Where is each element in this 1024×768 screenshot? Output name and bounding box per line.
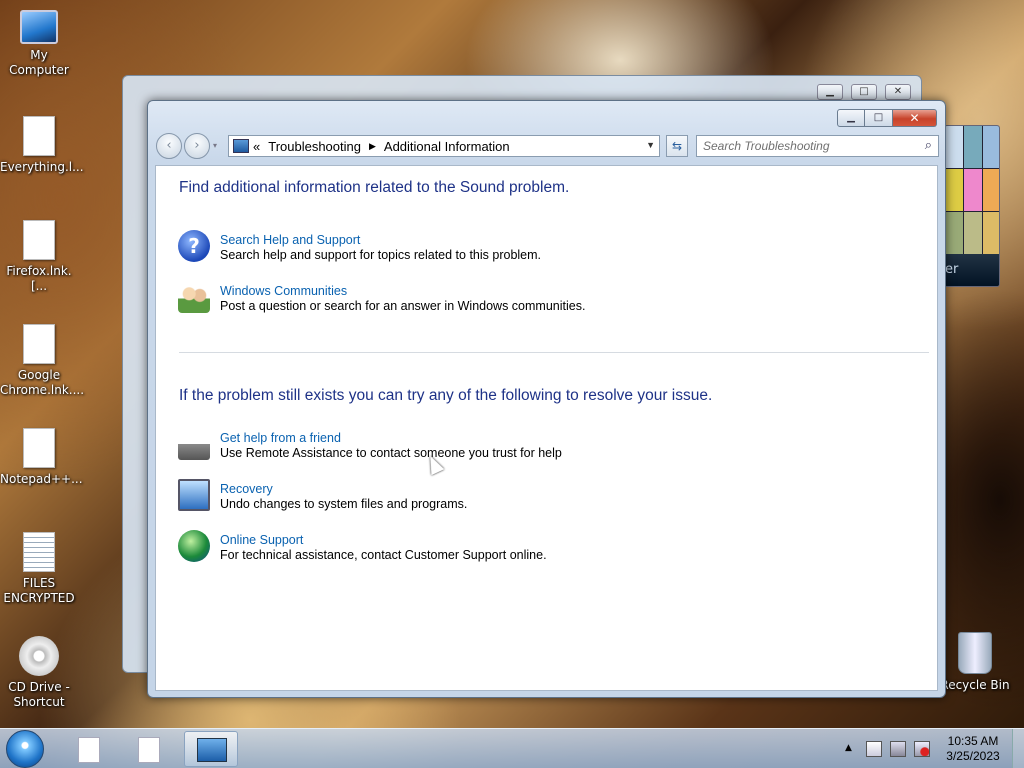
- heading-resolve-issue: If the problem still exists you can try …: [179, 387, 713, 404]
- recycle-bin-icon: [958, 632, 992, 674]
- maximize-button[interactable]: □: [865, 109, 893, 127]
- address-overflow-chevron[interactable]: «: [253, 139, 260, 154]
- search-box[interactable]: ⌕: [696, 135, 939, 157]
- gadget-tile: [945, 169, 963, 211]
- desktop-icon-label: FILES ENCRYPTED: [3, 576, 75, 605]
- network-icon[interactable]: [890, 741, 906, 757]
- desktop-gadget[interactable]: er: [944, 125, 1000, 287]
- gadget-tile: [983, 212, 999, 254]
- document-icon: [23, 428, 55, 468]
- search-input[interactable]: [697, 136, 907, 156]
- system-clock[interactable]: 10:35 AM 3/25/2023: [938, 734, 1008, 764]
- handshake-icon: [178, 428, 210, 460]
- gadget-tile: [964, 126, 982, 168]
- search-help-description: Search help and support for topics relat…: [220, 248, 542, 262]
- desktop-icon-label: Notepad++...: [0, 472, 83, 486]
- bg-minimize-button[interactable]: ▁: [817, 84, 843, 100]
- gadget-tile: [964, 212, 982, 254]
- taskbar-item-document-2[interactable]: [122, 731, 176, 767]
- cd-drive-icon: [19, 636, 59, 676]
- get-help-friend-link[interactable]: Get help from a friend: [220, 431, 341, 445]
- taskbar-item-control-panel[interactable]: [184, 731, 238, 767]
- address-bar[interactable]: « Troubleshooting ▶ Additional Informati…: [228, 135, 660, 157]
- search-help-link[interactable]: Search Help and Support: [220, 233, 360, 247]
- document-icon: [23, 116, 55, 156]
- desktop-icon-firefox[interactable]: Firefox.lnk.[...: [0, 220, 78, 294]
- gadget-tile: [983, 169, 999, 211]
- computer-icon: [20, 10, 58, 44]
- help-question-icon: ?: [178, 230, 210, 262]
- get-help-friend-description: Use Remote Assistance to contact someone…: [220, 446, 562, 460]
- document-icon: [23, 220, 55, 260]
- minimize-button[interactable]: ▁: [837, 109, 865, 127]
- desktop-icon-cd-drive[interactable]: CD Drive - Shortcut: [0, 636, 78, 710]
- taskbar-item-document-1[interactable]: [62, 731, 116, 767]
- action-center-flag-icon[interactable]: [866, 741, 882, 757]
- gadget-footer: er: [945, 254, 999, 286]
- forward-button[interactable]: ›: [184, 133, 210, 159]
- desktop-icon-recycle-bin[interactable]: Recycle Bin: [936, 632, 1014, 693]
- show-hidden-icons-button[interactable]: ▲: [845, 743, 852, 753]
- gadget-tile: [945, 212, 963, 254]
- gadget-tile: [983, 126, 999, 168]
- windows-communities-link[interactable]: Windows Communities: [220, 284, 347, 298]
- document-icon: [138, 737, 160, 763]
- control-panel-icon: [233, 139, 249, 153]
- desktop-icon-label: My Computer: [9, 48, 69, 77]
- recovery-link[interactable]: Recovery: [220, 482, 273, 496]
- desktop-icon-files-encrypted[interactable]: FILES ENCRYPTED: [0, 532, 78, 606]
- document-icon: [23, 324, 55, 364]
- search-icon[interactable]: ⌕: [925, 138, 932, 153]
- bg-maximize-button[interactable]: □: [851, 84, 877, 100]
- breadcrumb-additional-information[interactable]: Additional Information: [384, 139, 510, 154]
- navigation-bar: ‹ › ▾ « Troubleshooting ▶ Additional Inf…: [156, 133, 939, 159]
- recent-pages-dropdown[interactable]: ▾: [213, 141, 217, 150]
- address-dropdown-icon[interactable]: ▼: [646, 140, 655, 150]
- show-desktop-button[interactable]: [1012, 729, 1024, 768]
- caption-buttons: ▁ □ ✕: [837, 109, 937, 127]
- online-support-description: For technical assistance, contact Custom…: [220, 548, 547, 562]
- desktop-icon-my-computer[interactable]: My Computer: [0, 10, 78, 78]
- recovery-description: Undo changes to system files and program…: [220, 497, 468, 511]
- desktop-icon-google-chrome[interactable]: Google Chrome.lnk....: [0, 324, 85, 398]
- breadcrumb-troubleshooting[interactable]: Troubleshooting: [268, 139, 361, 154]
- close-button[interactable]: ✕: [893, 109, 937, 127]
- troubleshooting-window[interactable]: ▁ □ ✕ ‹ › ▾ « Troubleshooting ▶ Addition…: [147, 100, 946, 698]
- control-panel-icon: [197, 738, 227, 762]
- online-support-link[interactable]: Online Support: [220, 533, 303, 547]
- content-pane: Find additional information related to t…: [155, 165, 938, 691]
- globe-icon: [178, 530, 210, 562]
- people-icon: [178, 281, 210, 313]
- desktop-icon-everything[interactable]: Everything.l...: [0, 116, 84, 175]
- gadget-tile: [964, 169, 982, 211]
- desktop-icon-notepad[interactable]: Notepad++...: [0, 428, 83, 487]
- refresh-button[interactable]: ⇆: [666, 135, 688, 157]
- taskbar: ▲ 10:35 AM 3/25/2023: [0, 728, 1024, 768]
- volume-muted-icon[interactable]: [914, 741, 930, 757]
- start-button[interactable]: [6, 730, 44, 768]
- desktop-icon-label: Google Chrome.lnk....: [0, 368, 85, 397]
- windows-communities-description: Post a question or search for an answer …: [220, 299, 586, 313]
- gadget-tile: [945, 126, 963, 168]
- desktop-icon-label: Everything.l...: [0, 160, 84, 174]
- desktop-icon-label: Firefox.lnk.[...: [6, 264, 72, 293]
- document-icon: [78, 737, 100, 763]
- clock-time: 10:35 AM: [947, 734, 999, 748]
- heading-additional-info: Find additional information related to t…: [179, 179, 570, 196]
- breadcrumb-separator-icon[interactable]: ▶: [369, 141, 376, 152]
- bg-close-button[interactable]: ✕: [885, 84, 911, 100]
- text-file-icon: [23, 532, 55, 572]
- clock-date: 3/25/2023: [946, 749, 1000, 763]
- back-button[interactable]: ‹: [156, 133, 182, 159]
- desktop-icon-label: Recycle Bin: [940, 678, 1010, 692]
- recovery-icon: [178, 479, 210, 511]
- desktop-icon-label: CD Drive - Shortcut: [8, 680, 70, 709]
- section-divider: [179, 352, 929, 353]
